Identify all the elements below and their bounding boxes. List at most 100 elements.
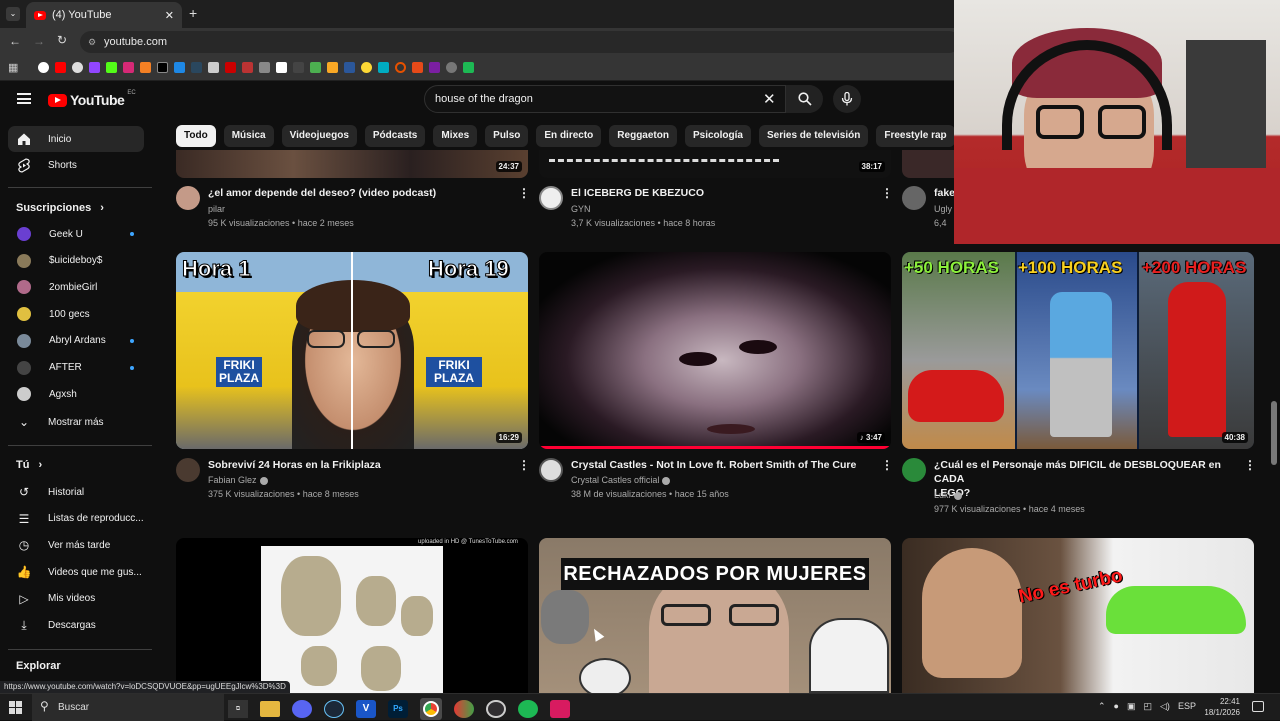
bookmark-globe-icon[interactable] [446,62,458,73]
search-button[interactable] [785,85,823,113]
vegas-icon[interactable]: V [356,700,376,718]
sidebar-item-like[interactable]: 👍 Videos que me gus... [8,559,144,585]
channel-avatar[interactable] [176,458,200,482]
bookmark-word-icon[interactable] [344,62,356,73]
sidebar-item-inicio[interactable]: Inicio [8,126,144,152]
video-thumbnail[interactable]: uploaded in HD @ TunesToTube.com [176,538,528,693]
channel-name[interactable]: Crystal Castles official [571,473,671,487]
clock[interactable]: 22:41 18/1/2026 [1200,696,1240,718]
video-title[interactable]: El ICEBERG DE KBEZUCO [571,186,871,200]
video-thumbnail[interactable]: ♪ 3:47 [539,252,891,449]
bookmark-stack-icon[interactable] [208,62,220,73]
more-actions-icon[interactable]: ⋮ [881,458,893,472]
bookmark-book-icon[interactable] [242,62,254,73]
discord-icon[interactable] [292,700,312,718]
filter-chip[interactable]: Pulso [485,125,529,147]
bookmark-red-icon[interactable] [225,62,237,73]
channel-avatar[interactable] [902,458,926,482]
search-input[interactable]: house of the dragon [435,93,533,105]
channel-avatar[interactable] [902,186,926,210]
bookmark-bag-icon[interactable] [259,62,271,73]
sidebar-item-playlist[interactable]: ☰ Listas de reproducc... [8,506,144,532]
filter-chip[interactable]: Series de televisión [758,125,869,147]
back-icon[interactable]: ← [9,34,21,48]
voice-search-button[interactable] [833,85,861,113]
bookmark-google-icon[interactable] [38,62,50,73]
sidebar-item-download[interactable]: ⤓ Descargas [8,613,144,639]
video-title[interactable]: ¿el amor depende del deseo? (video podca… [208,186,508,200]
photoshop-icon[interactable]: Ps [388,700,408,718]
close-tab-icon[interactable]: ✕ [165,9,174,22]
video-thumbnail[interactable]: Hora 1 Hora 19 FRIKI PLAZA FRIKI PLAZA 1… [176,252,528,449]
sidebar-item-history[interactable]: ↺ Historial [8,479,144,505]
channel-avatar[interactable] [539,458,563,482]
task-view-icon[interactable]: ⧉ [228,700,248,718]
video-thumbnail[interactable]: RECHAZADOS POR MUJERES [539,538,891,693]
url-field[interactable]: ⚙ youtube.com [80,31,960,53]
filter-chip[interactable]: Reggaeton [609,125,677,147]
bookmark-map-icon[interactable] [310,62,322,73]
device-tray-icon[interactable]: ▣ [1127,701,1136,712]
chrome-icon[interactable] [420,698,442,720]
bookmark-notion-icon[interactable] [276,62,288,73]
browser-tab[interactable]: (4) YouTube ✕ [26,2,182,28]
channel-name[interactable]: Luki [934,488,962,502]
bookmark-instagram-icon[interactable] [123,62,135,73]
bookmark-orange2-icon[interactable] [412,62,424,73]
bookmark-star-icon[interactable] [361,62,373,73]
file-explorer-icon[interactable] [260,701,280,717]
show-more-button[interactable]: ⌄ Mostrar más [8,409,144,435]
bookmark-gmail-icon[interactable] [72,62,84,73]
language-indicator[interactable]: ESP [1178,701,1196,712]
you-heading[interactable]: Tú › [16,459,42,471]
subscription-item[interactable]: Geek U [8,221,144,247]
spotify-icon[interactable] [518,700,538,718]
bookmark-triangle-icon[interactable] [378,62,390,73]
filter-chip[interactable]: Videojuegos [281,125,357,147]
video-title[interactable]: fake [934,186,955,200]
page-scrollbar[interactable] [1271,401,1277,465]
menu-icon[interactable] [17,93,31,104]
sidebar-item-my-videos[interactable]: ▷ Mis videos [8,586,144,612]
taskbar-search[interactable]: ⚲ Buscar [32,694,224,721]
filter-chip[interactable]: Pódcasts [364,125,426,147]
video-thumbnail[interactable]: 38:17 [539,150,891,178]
bookmark-af-icon[interactable] [293,62,305,73]
video-thumbnail[interactable]: +50 HORAS +100 HORAS +200 HORAS 40:38 [902,252,1254,449]
channel-name[interactable]: Ugly [934,202,952,216]
video-title[interactable]: ¿Cuál es el Personaje más DIFICIL de DES… [934,458,1234,500]
apps-icon[interactable]: ▦ [8,61,18,74]
bookmark-steam-icon[interactable] [191,62,203,73]
obs-icon[interactable] [486,700,506,718]
video-thumbnail[interactable] [902,150,962,178]
subscription-item[interactable]: 100 gecs [8,301,144,327]
volume-icon[interactable]: ◁) [1160,701,1170,712]
chevron-up-icon[interactable]: ⌃ [1098,701,1106,712]
subscription-item[interactable]: AFTER [8,355,144,381]
video-title[interactable]: Sobreviví 24 Horas en la Frikiplaza [208,458,508,472]
tab-search-button[interactable]: ⌄ [6,7,20,21]
channel-avatar[interactable] [176,186,200,210]
subscriptions-heading[interactable]: Suscripciones › [16,202,104,214]
filter-chip[interactable]: En directo [536,125,602,147]
subscription-item[interactable]: Abryl Ardans [8,328,144,354]
video-thumbnail[interactable]: No es turbo [902,538,1254,693]
browser-icon[interactable] [454,700,474,718]
bookmark-circle-icon[interactable] [395,62,407,73]
filter-chip[interactable]: Freestyle rap [876,125,955,147]
bookmark-kick-icon[interactable] [106,62,118,73]
bookmark-orange-icon[interactable] [140,62,152,73]
subscription-item[interactable]: 2ombieGirl [8,274,144,300]
channel-avatar[interactable] [539,186,563,210]
notifications-icon[interactable] [1252,701,1264,712]
bookmark-twitch-icon[interactable] [89,62,101,73]
subscription-item[interactable]: $uicideboy$ [8,248,144,274]
filter-chip[interactable]: Mixes [433,125,478,147]
bookmark-blue-icon[interactable] [174,62,186,73]
bookmark-x-icon[interactable] [157,62,169,73]
forward-icon[interactable]: → [33,34,45,48]
app-red-icon[interactable] [550,700,570,718]
clear-search-icon[interactable]: ✕ [763,90,776,108]
sidebar-item-watch-later[interactable]: ◷ Ver más tarde [8,532,144,558]
channel-name[interactable]: Fabian Glez [208,473,268,487]
